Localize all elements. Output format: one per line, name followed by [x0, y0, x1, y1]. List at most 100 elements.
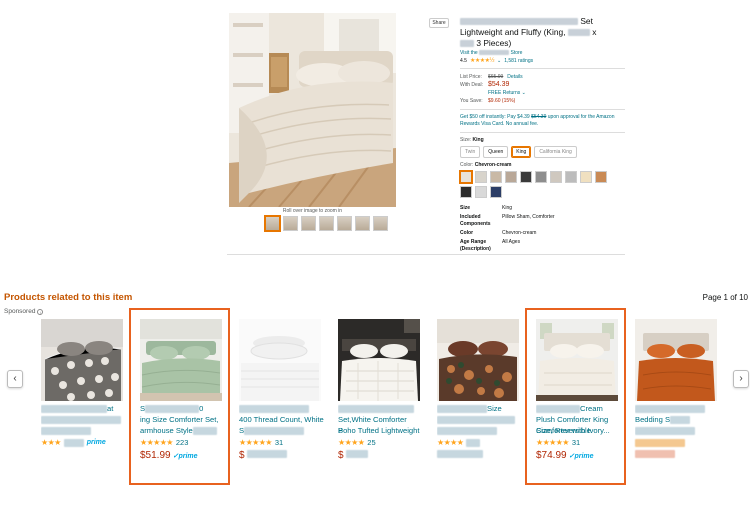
- product-card[interactable]: Bedding S: [635, 319, 717, 479]
- sponsored-label[interactable]: Sponsored i: [4, 308, 44, 315]
- color-swatch[interactable]: [490, 186, 502, 198]
- star-rating-icon[interactable]: ★★★★½: [470, 57, 495, 64]
- color-swatch[interactable]: [460, 171, 472, 183]
- product-card-rating[interactable]: [635, 437, 717, 448]
- ratings-count-link[interactable]: 1,581 ratings: [504, 58, 533, 64]
- share-button[interactable]: Share: [429, 18, 449, 28]
- rating-value: 4.5: [460, 57, 467, 64]
- product-card-title[interactable]: at: [41, 403, 129, 436]
- rating-count[interactable]: 25: [367, 438, 375, 447]
- star-rating-icon: ★★★★: [338, 438, 365, 447]
- product-main-image[interactable]: [229, 13, 396, 207]
- spec-value: All Ages: [502, 239, 521, 245]
- carousel-next-button[interactable]: ›: [733, 370, 749, 388]
- thumbnail-image[interactable]: [283, 216, 298, 231]
- spec-key: Included Components: [460, 214, 491, 227]
- product-card-price: $: [338, 450, 426, 461]
- product-card[interactable]: Set,White Comforter Boho Tufted Lightweig…: [338, 319, 426, 479]
- product-card-rating[interactable]: ★★★★ 25: [338, 437, 426, 448]
- product-card-title[interactable]: 400 Thread Count, White S: [239, 403, 327, 436]
- zoom-hint-text: Roll over image to zoom in: [282, 208, 343, 214]
- rating-row: 4.5 ★★★★½ ⌄ 1,581 ratings: [460, 57, 625, 65]
- related-products-title: Products related to this item: [4, 292, 133, 303]
- size-option-queen[interactable]: Queen: [483, 146, 509, 158]
- star-rating-icon: ★★★★: [437, 438, 464, 447]
- product-card[interactable]: Size ★★★★: [437, 319, 525, 479]
- size-option-king[interactable]: King: [511, 146, 532, 158]
- product-card[interactable]: at ★★★ prime: [41, 319, 129, 479]
- details-link[interactable]: Details: [507, 73, 522, 81]
- color-swatch[interactable]: [475, 171, 487, 183]
- thumbnail-image[interactable]: [301, 216, 316, 231]
- color-swatch[interactable]: [535, 171, 547, 183]
- product-card-image[interactable]: [437, 319, 519, 401]
- product-card-image[interactable]: [635, 319, 717, 401]
- color-swatch[interactable]: [505, 171, 517, 183]
- chevron-down-icon[interactable]: ⌄: [497, 58, 501, 64]
- product-card-price: [437, 450, 525, 458]
- prime-badge: prime: [86, 439, 106, 446]
- you-save-amount: $9.60 (15%): [488, 98, 516, 104]
- section-divider: [227, 254, 625, 255]
- spec-value: Pillow Sham, Comforter: [502, 214, 555, 220]
- product-card-title[interactable]: Size: [437, 403, 525, 436]
- product-detail-panel: Roll over image to zoom in Share Set Lig…: [227, 8, 625, 256]
- deal-price-row: With Deal: $54.39: [460, 81, 510, 88]
- color-swatch[interactable]: [550, 171, 562, 183]
- color-swatches: [460, 171, 625, 198]
- product-card-image[interactable]: [239, 319, 321, 401]
- list-price: $65.99: [488, 74, 504, 80]
- store-link[interactable]: Visit the Store: [460, 50, 625, 56]
- free-returns-row: FREE Returns ⌄: [460, 89, 625, 97]
- spec-row: Color Chevron-cream: [460, 230, 625, 237]
- spec-key: Age Range (Description): [460, 239, 491, 252]
- list-price-row: List Price: $65.99 Details: [460, 73, 523, 81]
- product-card-rating[interactable]: ★★★ prime: [41, 437, 129, 448]
- product-card-rating[interactable]: ★★★★: [437, 437, 525, 448]
- spec-key: Size: [460, 205, 471, 211]
- thumbnail-image[interactable]: [373, 216, 388, 231]
- spec-row: Age Range (Description) All Ages: [460, 239, 625, 253]
- color-swatch[interactable]: [595, 171, 607, 183]
- spec-key: Color: [460, 230, 474, 236]
- color-swatch[interactable]: [460, 186, 472, 198]
- thumbnail-image[interactable]: [265, 216, 280, 231]
- size-option-twin[interactable]: Twin: [460, 146, 481, 158]
- spec-table: Size King Included Components Pillow Sham, …: [460, 205, 625, 253]
- highlight-box: [525, 308, 626, 485]
- spec-value: Chevron-cream: [502, 230, 537, 236]
- size-option-california-king[interactable]: California King: [534, 146, 577, 158]
- free-returns-link[interactable]: FREE Returns ⌄: [488, 89, 526, 97]
- color-label: Color: Chevron-cream: [460, 162, 512, 168]
- thumbnail-image[interactable]: [337, 216, 352, 231]
- info-icon[interactable]: i: [37, 308, 44, 315]
- product-card-image[interactable]: [41, 319, 123, 401]
- rating-count[interactable]: 31: [275, 438, 283, 447]
- spec-row: Size King: [460, 205, 625, 212]
- spec-value: King: [502, 205, 513, 211]
- product-card-image[interactable]: [338, 319, 420, 401]
- deal-price: $54.39: [488, 81, 510, 88]
- thumbnail-strip: [265, 216, 388, 231]
- star-rating-icon: ★★★★★: [239, 438, 272, 447]
- product-title[interactable]: Set Lightweight and Fluffy (King, x 3 Pi…: [460, 16, 625, 49]
- color-swatch[interactable]: [580, 171, 592, 183]
- product-info: Set Lightweight and Fluffy (King, x 3 Pi…: [460, 16, 625, 255]
- color-swatch[interactable]: [490, 171, 502, 183]
- divider: [460, 132, 625, 133]
- color-swatch[interactable]: [475, 186, 487, 198]
- card-offer-text[interactable]: Get $50 off instantly: Pay $4.39 $54.39 …: [460, 114, 625, 128]
- product-card-title[interactable]: Set,White Comforter Boho Tufted Lightweig…: [338, 403, 426, 436]
- thumbnail-image[interactable]: [319, 216, 334, 231]
- product-card-title[interactable]: Bedding S: [635, 403, 717, 436]
- you-save-row: You Save: $9.60 (15%): [460, 98, 516, 104]
- product-card-price: [635, 450, 717, 458]
- thumbnail-image[interactable]: [355, 216, 370, 231]
- carousel-prev-button[interactable]: ‹: [7, 370, 23, 388]
- size-label: Size: King: [460, 137, 484, 143]
- color-swatch[interactable]: [565, 171, 577, 183]
- product-card-rating[interactable]: ★★★★★ 31: [239, 437, 327, 448]
- highlight-box: [129, 308, 230, 485]
- color-swatch[interactable]: [520, 171, 532, 183]
- product-card[interactable]: 400 Thread Count, White S ★★★★★ 31 $: [239, 319, 327, 479]
